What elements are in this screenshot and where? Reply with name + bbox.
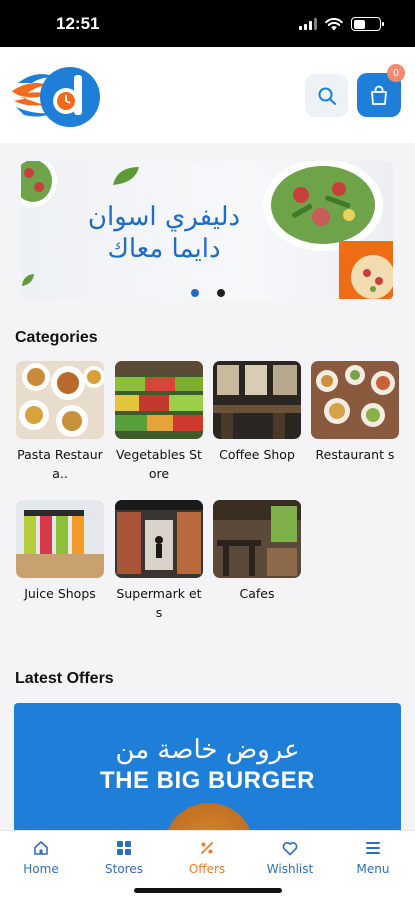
category-restaurants[interactable]: Restaurant s (311, 361, 399, 464)
tab-label: Home (23, 862, 59, 876)
status-bar: 12:51 (0, 0, 415, 47)
tab-label: Offers (188, 862, 226, 876)
category-cafes[interactable]: Cafes (213, 500, 301, 603)
offer-card-big-burger[interactable]: عروض خاصة من THE BIG BURGER (14, 703, 401, 830)
category-label: Restaurant s (315, 447, 395, 462)
tab-menu[interactable]: Menu (338, 839, 408, 876)
banner-pagination (191, 289, 225, 297)
banner-dot[interactable] (191, 289, 199, 297)
banner-dot[interactable] (217, 289, 225, 297)
cafe-photo (213, 500, 301, 578)
banner-line-1: دليفري اسوان (87, 202, 241, 232)
pizza-image (351, 255, 393, 299)
tab-stores[interactable]: Stores (89, 839, 159, 876)
restaurant-photo (311, 361, 399, 439)
wifi-icon (325, 17, 343, 30)
stores-icon (117, 841, 131, 855)
category-coffee-shop[interactable]: Coffee Shop (213, 361, 301, 464)
heart-icon (282, 841, 298, 855)
salad-corner-image (21, 161, 57, 207)
status-time: 12:51 (56, 14, 100, 33)
tab-label: Menu (356, 862, 390, 876)
app-header: 0 (0, 47, 415, 143)
main-content: دليفري اسوان دايما معاك Categories Pasta… (0, 143, 415, 830)
leaf-image (113, 167, 139, 185)
offers-icon (201, 842, 213, 854)
pasta-photo (16, 361, 104, 439)
category-vegetables-store[interactable]: Vegetables Store (115, 361, 203, 483)
shopping-bag-icon (371, 85, 387, 105)
category-label: Juice Shops (24, 586, 96, 601)
tab-home[interactable]: Home (6, 839, 76, 876)
tab-label: Stores (105, 862, 143, 876)
promo-banner[interactable]: دليفري اسوان دايما معاك (21, 161, 393, 299)
category-label: Supermark ets (116, 586, 202, 620)
category-label: Cafes (239, 586, 275, 601)
tab-wishlist[interactable]: Wishlist (255, 839, 325, 876)
categories-title: Categories (15, 329, 98, 346)
leaf-image (22, 274, 34, 286)
status-icons (299, 17, 384, 31)
category-label: Vegetables Store (116, 447, 202, 481)
home-indicator[interactable] (134, 888, 282, 893)
tab-offers[interactable]: Offers (172, 839, 242, 876)
category-supermarkets[interactable]: Supermark ets (115, 500, 203, 622)
banner-line-2: دايما معاك (107, 234, 221, 264)
tab-label: Wishlist (266, 862, 314, 876)
offer-arabic-text: عروض خاصة من (115, 735, 300, 765)
menu-icon (366, 842, 380, 854)
offer-english-text: THE BIG BURGER (99, 767, 315, 794)
cart-count-badge: 0 (387, 64, 405, 82)
home-icon (34, 841, 48, 855)
latest-offers-title: Latest Offers (15, 670, 114, 687)
coffee-photo (213, 361, 301, 439)
juice-photo (16, 500, 104, 578)
search-icon (318, 87, 336, 105)
battery-icon (351, 17, 384, 31)
supermarket-photo (115, 500, 203, 578)
category-juice-shops[interactable]: Juice Shops (16, 500, 104, 603)
search-button[interactable] (305, 74, 348, 117)
app-logo (12, 67, 100, 127)
signal-icon (299, 18, 317, 30)
burger-image (164, 803, 254, 830)
category-label: Coffee Shop (219, 447, 295, 462)
banner-headline: دليفري اسوان دايما معاك (69, 201, 259, 265)
category-pasta-restaurants[interactable]: Pasta Restaura.. (16, 361, 104, 483)
category-label: Pasta Restaura.. (17, 447, 103, 481)
vegetables-photo (115, 361, 203, 439)
